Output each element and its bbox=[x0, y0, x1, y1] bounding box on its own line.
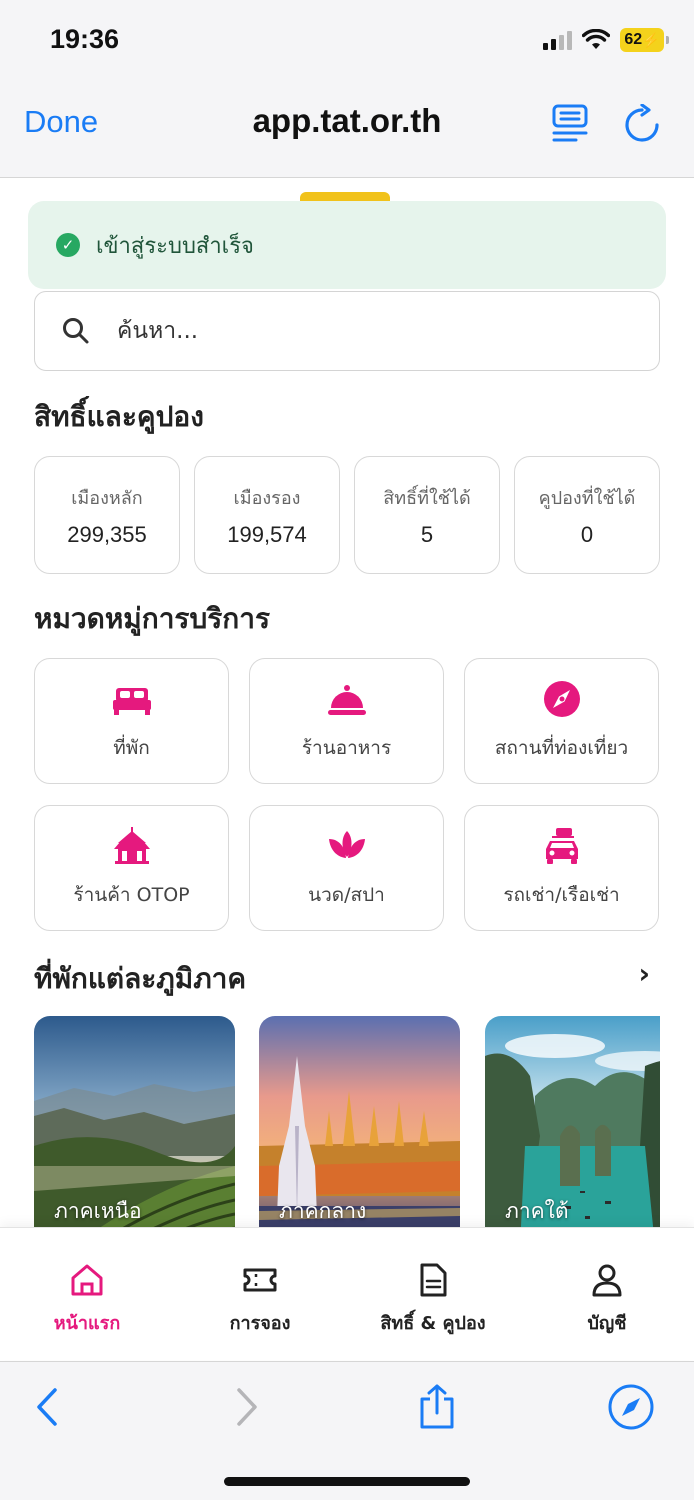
region-label: ภาคกลาง bbox=[279, 1199, 367, 1223]
tab-account[interactable]: บัญชี bbox=[522, 1262, 692, 1337]
regions-carousel[interactable]: ภาคเหนือ ภาคกลาง ภาคใต้ bbox=[34, 1016, 660, 1227]
done-button[interactable]: Done bbox=[24, 104, 98, 140]
battery-indicator: 62 ⚡ bbox=[620, 28, 669, 52]
url-title: app.tat.or.th bbox=[252, 102, 442, 139]
chevron-left-icon bbox=[37, 1388, 57, 1426]
category-attractions[interactable]: สถานที่ท่องเที่ยว bbox=[464, 658, 659, 784]
toast-message: เข้าสู่ระบบสำเร็จ bbox=[96, 233, 254, 259]
browser-bar: Done app.tat.or.th bbox=[0, 80, 694, 178]
stat-value: 0 bbox=[580, 521, 594, 547]
compass-icon bbox=[608, 1384, 654, 1430]
user-icon bbox=[592, 1264, 622, 1297]
charging-bolt-icon: ⚡ bbox=[642, 31, 660, 48]
categories-grid: ที่พัก ร้านอาหาร สถานที่ท่องเที่ยว ร้านค… bbox=[34, 658, 659, 931]
battery-level: 62 bbox=[624, 31, 643, 48]
tab-rights-coupons[interactable]: สิทธิ์ & คูปอง bbox=[348, 1262, 518, 1337]
wifi-icon bbox=[582, 29, 610, 49]
bottom-tab-bar: หน้าแรก การจอง สิทธิ์ & คูปอง บัญชี bbox=[0, 1227, 694, 1360]
category-label: ที่พัก bbox=[113, 737, 150, 759]
login-success-toast: ✓ เข้าสู่ระบบสำเร็จ bbox=[28, 201, 666, 289]
ticket-icon bbox=[243, 1268, 277, 1292]
region-card-north[interactable]: ภาคเหนือ bbox=[34, 1016, 235, 1227]
cellular-signal-icon bbox=[543, 30, 572, 50]
search-input[interactable] bbox=[117, 318, 617, 344]
check-circle-icon: ✓ bbox=[56, 233, 80, 257]
stat-label: เมืองรอง bbox=[233, 487, 301, 509]
region-label: ภาคใต้ bbox=[505, 1199, 569, 1223]
stat-value: 199,574 bbox=[227, 521, 307, 547]
search-icon bbox=[63, 318, 89, 344]
status-icons: 62 ⚡ bbox=[543, 28, 669, 52]
stat-card-available-rights: สิทธิ์ที่ใช้ได้ 5 bbox=[354, 456, 500, 574]
share-button[interactable] bbox=[412, 1382, 462, 1432]
region-card-central[interactable]: ภาคกลาง bbox=[259, 1016, 460, 1227]
category-label: ร้านค้า OTOP bbox=[73, 884, 190, 906]
tab-label: บัญชี bbox=[587, 1313, 627, 1334]
home-icon bbox=[71, 1264, 103, 1296]
tab-booking[interactable]: การจอง bbox=[175, 1262, 345, 1337]
category-label: รถเช่า/เรือเช่า bbox=[503, 884, 620, 906]
category-label: ร้านอาหาร bbox=[301, 737, 392, 759]
category-label: สถานที่ท่องเที่ยว bbox=[494, 737, 629, 759]
back-button[interactable] bbox=[22, 1382, 72, 1432]
category-restaurant[interactable]: ร้านอาหาร bbox=[249, 658, 444, 784]
tab-label: สิทธิ์ & คูปอง bbox=[380, 1313, 486, 1334]
region-label: ภาคเหนือ bbox=[54, 1199, 142, 1223]
category-car-boat-rental[interactable]: รถเช่า/เรือเช่า bbox=[464, 805, 659, 931]
stat-value: 299,355 bbox=[67, 521, 147, 547]
reader-view-icon[interactable] bbox=[552, 104, 588, 142]
bed-icon bbox=[111, 679, 153, 719]
stat-card-secondary-city: เมืองรอง 199,574 bbox=[194, 456, 340, 574]
stat-label: คูปองที่ใช้ได้ bbox=[538, 487, 636, 509]
thai-pavilion-icon bbox=[111, 826, 153, 866]
forward-button[interactable] bbox=[222, 1382, 272, 1432]
stat-label: สิทธิ์ที่ใช้ได้ bbox=[383, 487, 471, 509]
category-label: นวด/สปา bbox=[308, 884, 385, 906]
share-icon bbox=[420, 1384, 454, 1429]
open-in-safari-button[interactable] bbox=[606, 1382, 656, 1432]
status-time: 19:36 bbox=[50, 24, 120, 54]
stat-value: 5 bbox=[420, 521, 434, 547]
categories-section-title: หมวดหมู่การบริการ bbox=[34, 602, 270, 635]
chevron-right-icon bbox=[237, 1388, 257, 1426]
stat-label: เมืองหลัก bbox=[71, 487, 143, 509]
car-luggage-icon bbox=[541, 826, 583, 866]
home-indicator bbox=[224, 1477, 470, 1486]
category-massage-spa[interactable]: นวด/สปา bbox=[249, 805, 444, 931]
lotus-icon bbox=[326, 826, 368, 866]
compass-icon bbox=[541, 679, 583, 719]
search-box[interactable] bbox=[34, 291, 660, 371]
tab-label: การจอง bbox=[229, 1313, 291, 1334]
category-otop-shop[interactable]: ร้านค้า OTOP bbox=[34, 805, 229, 931]
stat-card-available-coupons: คูปองที่ใช้ได้ 0 bbox=[514, 456, 660, 574]
tab-home[interactable]: หน้าแรก bbox=[2, 1262, 172, 1337]
document-icon bbox=[420, 1263, 447, 1297]
region-card-south[interactable]: ภาคใต้ bbox=[485, 1016, 660, 1227]
reload-icon[interactable] bbox=[622, 104, 662, 144]
regions-header: ที่พักแต่ละภูมิภาค › bbox=[34, 957, 660, 995]
safari-toolbar bbox=[0, 1361, 694, 1500]
page-content: ✓ เข้าสู่ระบบสำเร็จ สิทธิ์และคูปอง เมือง… bbox=[0, 179, 694, 1227]
chevron-right-icon[interactable]: › bbox=[638, 957, 650, 990]
rights-section-title: สิทธิ์และคูปอง bbox=[34, 400, 204, 433]
regions-section-title: ที่พักแต่ละภูมิภาค bbox=[34, 962, 247, 995]
tab-label: หน้าแรก bbox=[53, 1313, 121, 1334]
stats-row: เมืองหลัก 299,355 เมืองรอง 199,574 สิทธิ… bbox=[34, 456, 660, 574]
status-bar: 19:36 62 ⚡ bbox=[0, 0, 694, 80]
stat-card-main-city: เมืองหลัก 299,355 bbox=[34, 456, 180, 574]
category-accommodation[interactable]: ที่พัก bbox=[34, 658, 229, 784]
food-cloche-icon bbox=[326, 679, 368, 719]
